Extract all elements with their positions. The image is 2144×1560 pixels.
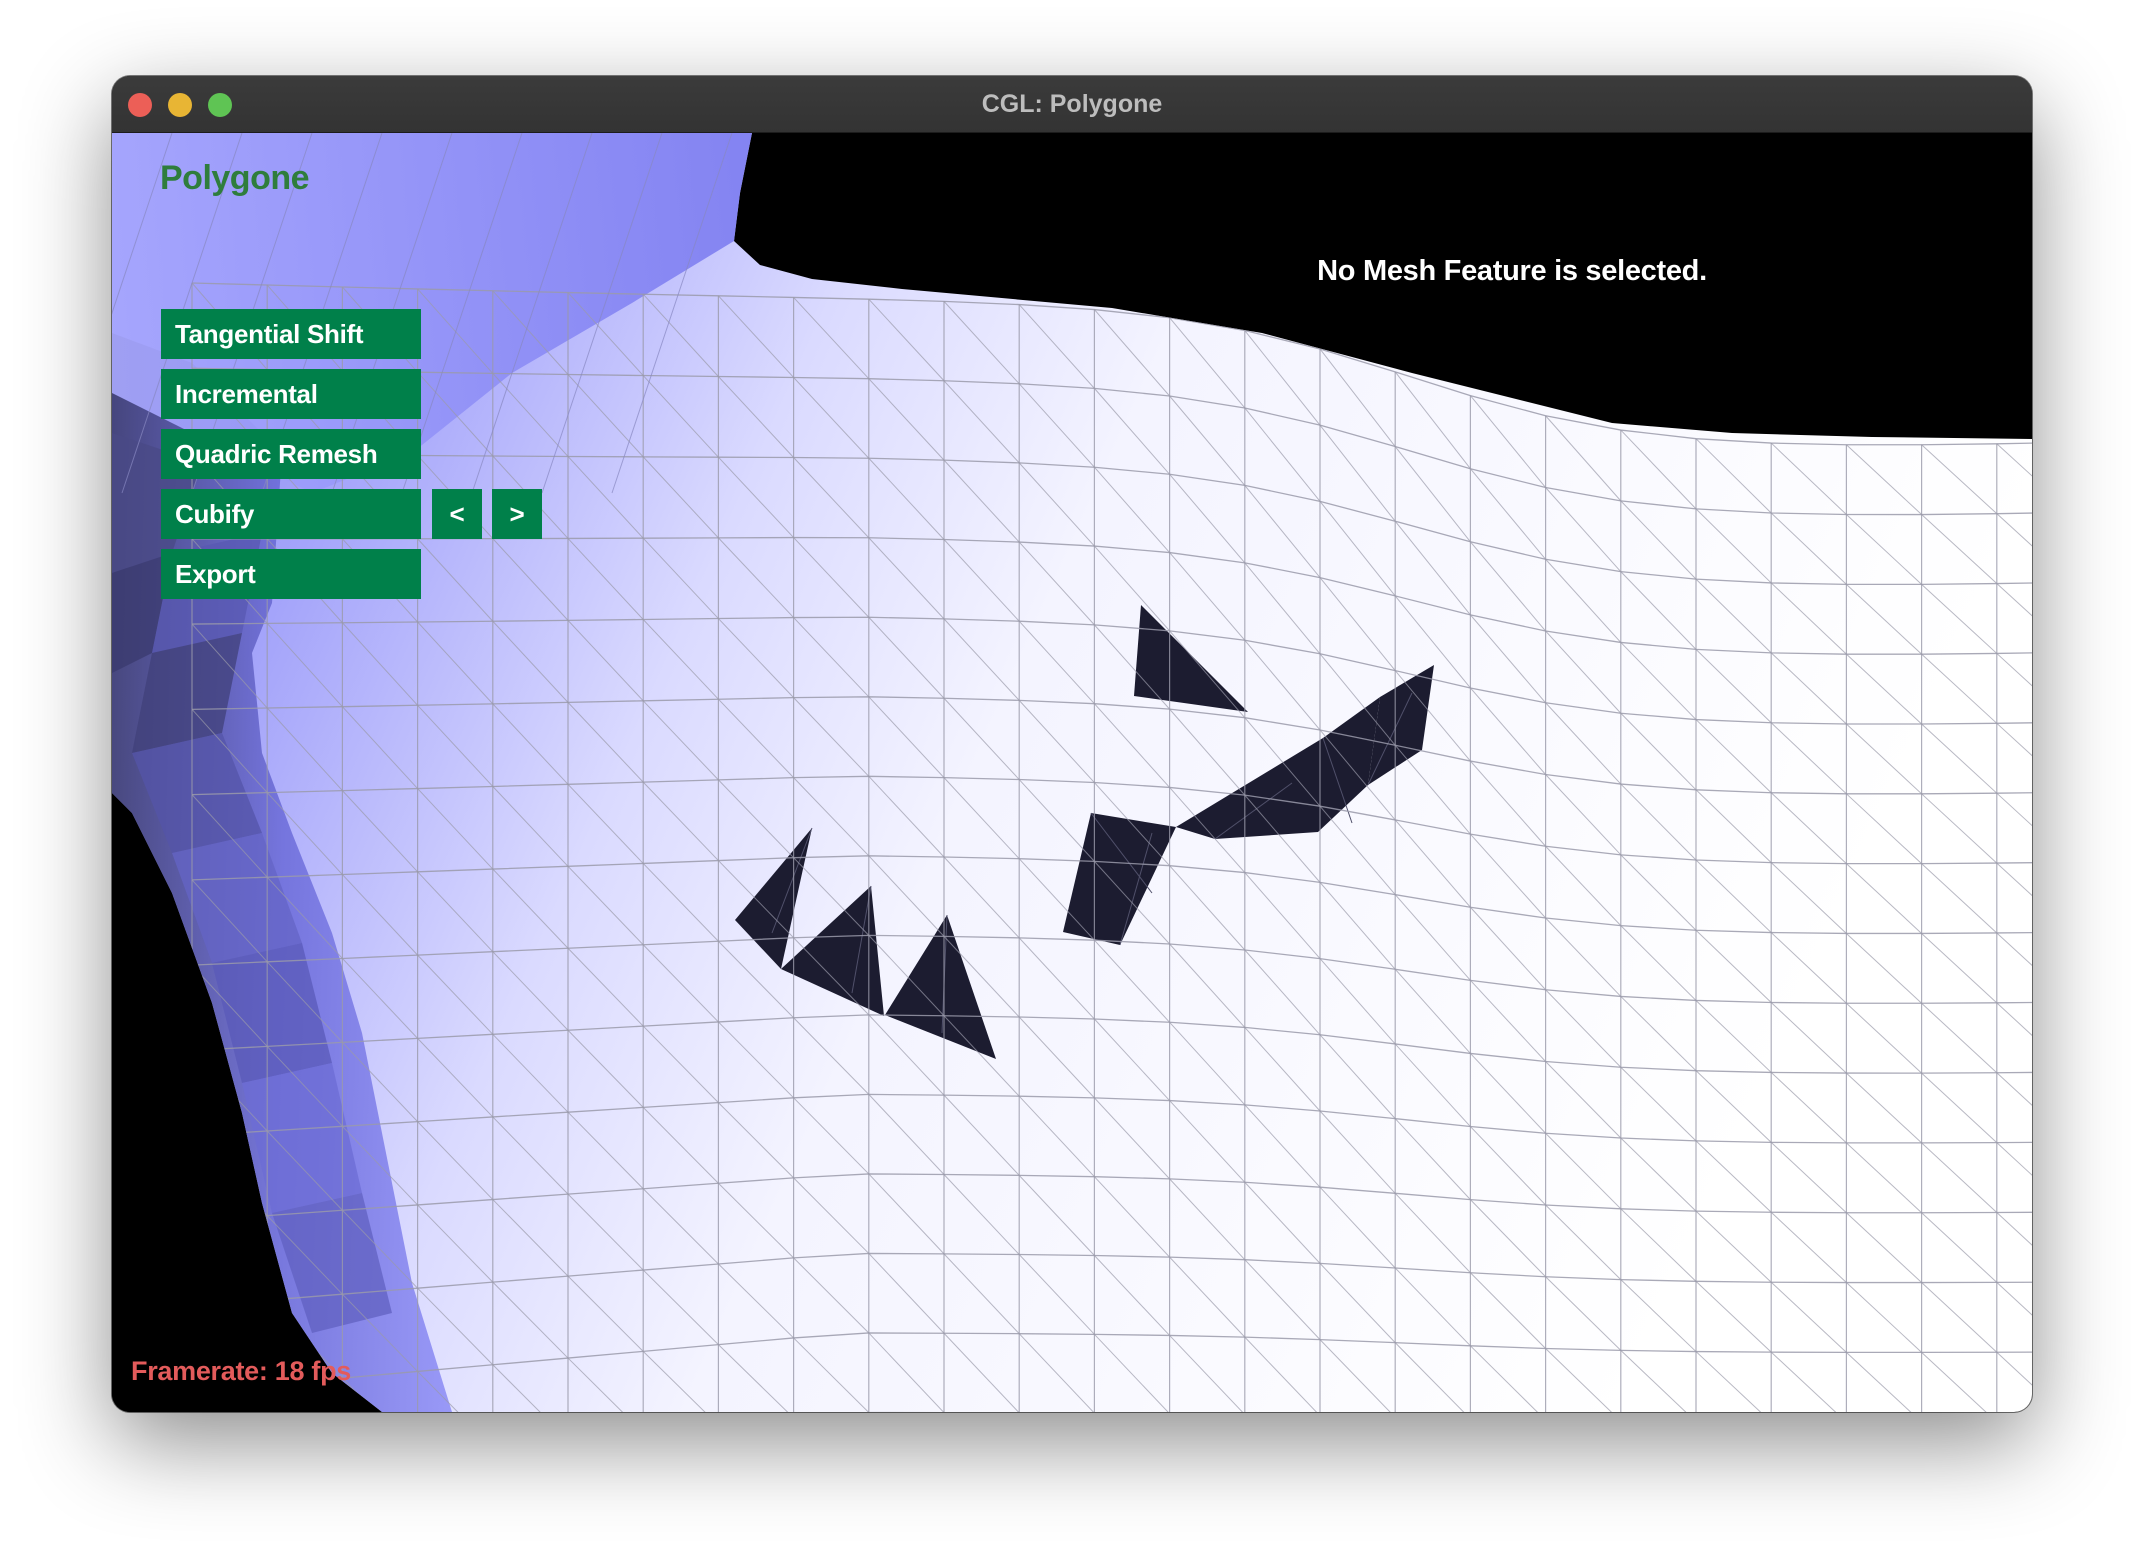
framerate-readout: Framerate: 18 fps <box>131 1356 351 1386</box>
app-title: Polygone <box>160 159 310 197</box>
export-button[interactable]: Export <box>161 549 421 599</box>
title-bar: CGL: Polygone <box>112 76 2032 133</box>
selection-status: No Mesh Feature is selected. <box>1317 255 1707 287</box>
cubify-button[interactable]: Cubify <box>161 489 421 539</box>
app-window: CGL: Polygone Polygone Tangential Shift … <box>112 76 2032 1412</box>
incremental-remesh-button[interactable]: Incremental Remesh <box>161 369 421 459</box>
tangential-shift-button[interactable]: Tangential Shift <box>161 309 421 359</box>
previous-button[interactable]: < <box>432 489 482 539</box>
window-title: CGL: Polygone <box>981 90 1163 118</box>
quadric-remesh-button[interactable]: Quadric Remesh <box>161 429 421 479</box>
mesh-viewport[interactable]: Polygone Tangential Shift Incremental Re… <box>112 133 2032 1412</box>
next-button[interactable]: > <box>492 489 542 539</box>
